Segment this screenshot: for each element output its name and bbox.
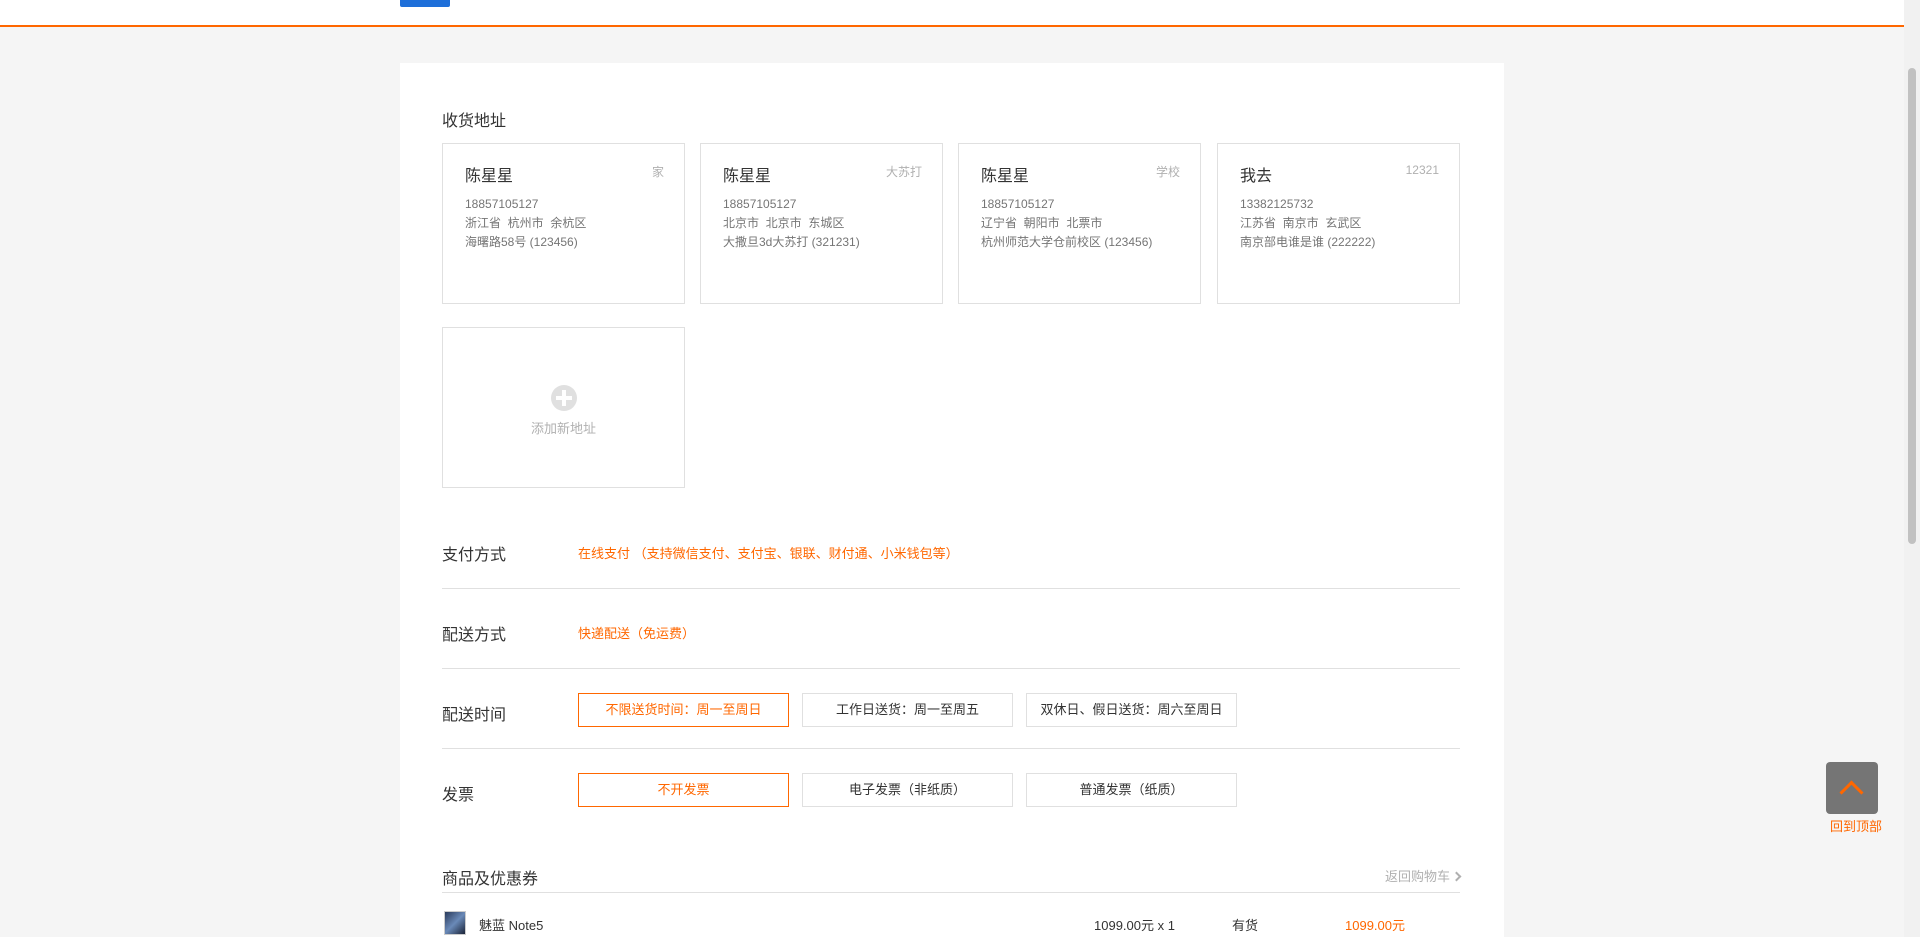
product-thumbnail [444, 911, 466, 935]
back-to-top-label[interactable]: 回到顶部 [1830, 816, 1882, 835]
delivery-time-label: 配送时间 [442, 707, 507, 724]
back-to-cart-label: 返回购物车 [1384, 869, 1450, 884]
address-name: 陈星星 [723, 168, 772, 185]
address-detail: 杭州师范大学仓前校区 (123456) [981, 235, 1153, 249]
address-tag: 12321 [1405, 163, 1439, 177]
divider [442, 668, 1460, 669]
chevron-up-icon [1839, 780, 1864, 805]
address-tag: 家 [651, 165, 664, 179]
address-name: 我去 [1240, 168, 1273, 185]
top-header [0, 0, 1904, 27]
address-name: 陈星星 [465, 168, 514, 185]
products-title: 商品及优惠券 [442, 871, 539, 888]
back-to-cart-link[interactable]: 返回购物车 [1384, 866, 1462, 885]
product-row: 魅蓝 Note5 1099.00元 x 1 有货 1099.00元 [442, 908, 1460, 937]
product-stock: 有货 [1232, 918, 1259, 933]
address-card[interactable]: 我去 12321 13382125732 江苏省 南京市 玄武区 南京部电谁是谁… [1217, 143, 1460, 304]
address-section-title: 收货地址 [442, 113, 507, 130]
address-tag: 大苏打 [885, 165, 922, 179]
shipping-label: 配送方式 [442, 627, 507, 644]
address-region: 北京市 北京市 东城区 [723, 216, 845, 230]
address-card[interactable]: 陈星星 大苏打 18857105127 北京市 北京市 东城区 大撒旦3d大苏打… [700, 143, 943, 304]
address-phone: 18857105127 [723, 197, 797, 211]
payment-value: 在线支付 （支持微信支付、支付宝、银联、财付通、小米钱包等） [578, 546, 959, 561]
divider [442, 748, 1460, 749]
invoice-option-none[interactable]: 不开发票 [578, 773, 789, 807]
address-detail: 大撒旦3d大苏打 (321231) [723, 235, 860, 249]
address-name: 陈星星 [981, 168, 1030, 185]
address-detail: 南京部电谁是谁 (222222) [1240, 235, 1376, 249]
address-card[interactable]: 陈星星 学校 18857105127 辽宁省 朝阳市 北票市 杭州师范大学仓前校… [958, 143, 1201, 304]
shipping-value: 快递配送（免运费） [578, 626, 696, 641]
header-blue-button[interactable] [400, 0, 450, 7]
page-scrollbar[interactable] [1904, 0, 1920, 937]
address-region: 浙江省 杭州市 余杭区 [465, 216, 587, 230]
address-detail: 海曙路58号 (123456) [465, 235, 578, 249]
payment-label: 支付方式 [442, 547, 507, 564]
delivery-option-weekend[interactable]: 双休日、假日送货：周六至周日 [1026, 693, 1237, 727]
address-region: 江苏省 南京市 玄武区 [1240, 216, 1362, 230]
address-phone: 18857105127 [981, 197, 1055, 211]
address-card[interactable]: 陈星星 家 18857105127 浙江省 杭州市 余杭区 海曙路58号 (12… [442, 143, 685, 304]
invoice-option-paper[interactable]: 普通发票（纸质） [1026, 773, 1237, 807]
address-info: 13382125732 江苏省 南京市 玄武区 南京部电谁是谁 (222222) [1240, 195, 1375, 252]
address-info: 18857105127 浙江省 杭州市 余杭区 海曙路58号 (123456) [465, 195, 586, 252]
address-tag: 学校 [1155, 165, 1180, 179]
invoice-label: 发票 [442, 787, 475, 804]
plus-circle-icon [551, 385, 577, 411]
invoice-option-electronic[interactable]: 电子发票（非纸质） [802, 773, 1013, 807]
delivery-option-weekday[interactable]: 工作日送货：周一至周五 [802, 693, 1013, 727]
address-phone: 18857105127 [465, 197, 539, 211]
address-info: 18857105127 北京市 北京市 东城区 大撒旦3d大苏打 (321231… [723, 195, 860, 252]
scrollbar-thumb[interactable] [1908, 68, 1916, 544]
product-total: 1099.00元 [1345, 918, 1405, 933]
divider [442, 588, 1460, 589]
back-to-top-button[interactable] [1826, 762, 1878, 814]
address-region: 辽宁省 朝阳市 北票市 [981, 216, 1103, 230]
chevron-right-icon [1451, 871, 1462, 882]
divider [442, 892, 1460, 893]
delivery-option-any[interactable]: 不限送货时间：周一至周日 [578, 693, 789, 727]
add-address-button[interactable]: 添加新地址 [442, 327, 685, 488]
add-address-label: 添加新地址 [530, 421, 596, 436]
product-price: 1099.00元 x 1 [1094, 918, 1175, 933]
checkout-panel: 收货地址 陈星星 家 18857105127 浙江省 杭州市 余杭区 海曙路58… [400, 63, 1504, 937]
product-name: 魅蓝 Note5 [479, 918, 544, 933]
address-info: 18857105127 辽宁省 朝阳市 北票市 杭州师范大学仓前校区 (1234… [981, 195, 1152, 252]
address-phone: 13382125732 [1240, 197, 1314, 211]
